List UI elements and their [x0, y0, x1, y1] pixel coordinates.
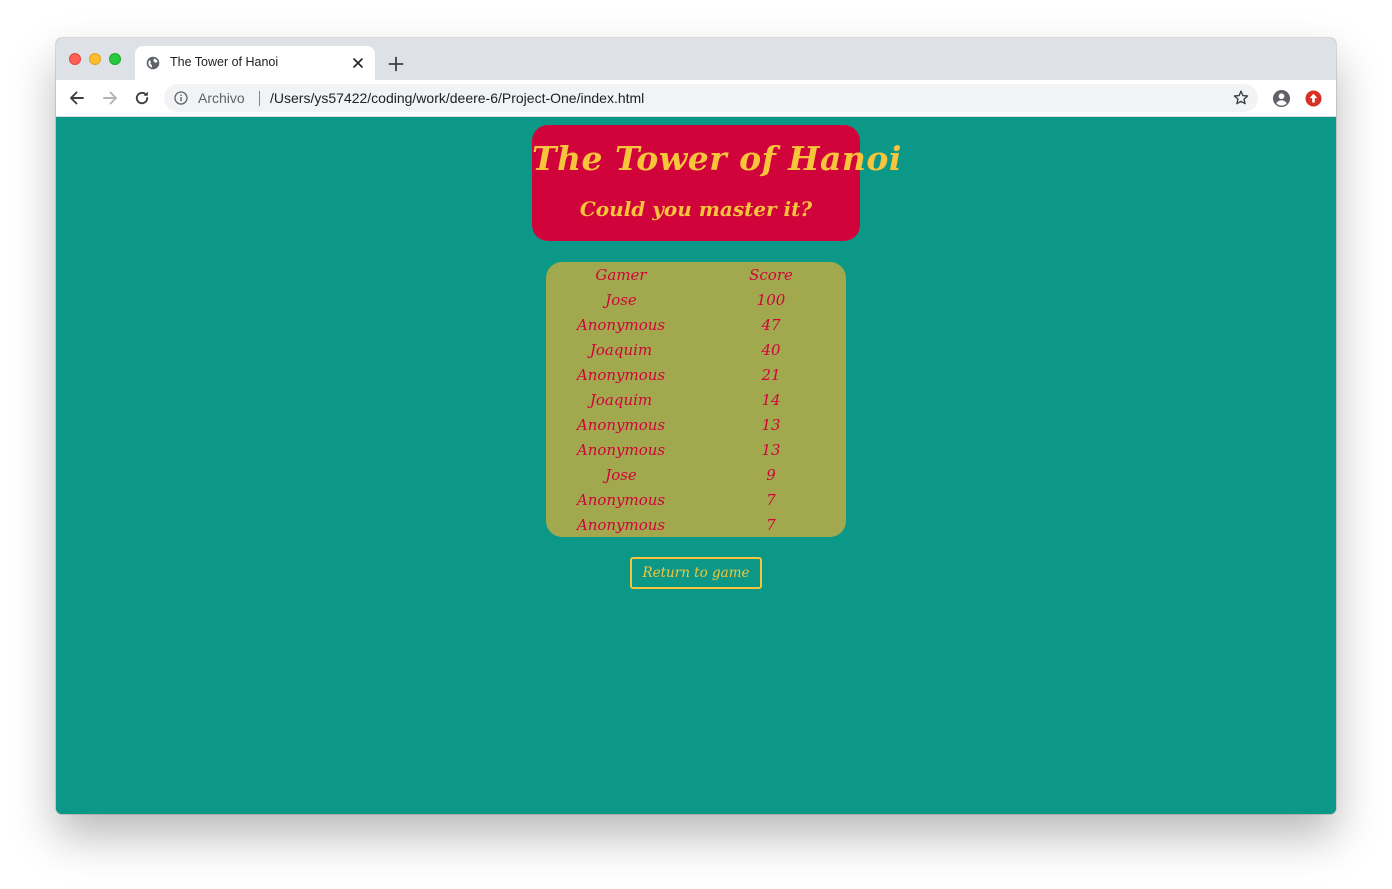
score-cell: 21: [761, 365, 781, 384]
gamer-cell: Jose: [605, 290, 637, 309]
browser-window: The Tower of Hanoi Archivo /Users/ys5742…: [56, 38, 1336, 814]
gamer-cell: Jose: [605, 465, 637, 484]
score-cell: 100: [756, 290, 786, 309]
tab-strip: The Tower of Hanoi: [56, 38, 1336, 80]
page-subtitle: Could you master it?: [579, 197, 813, 221]
table-row: Anonymous 7: [546, 487, 846, 512]
maximize-window-button[interactable]: [109, 53, 121, 65]
table-row: Jose 100: [546, 287, 846, 312]
gamer-cell: Anonymous: [576, 440, 666, 459]
url-text[interactable]: /Users/ys57422/coding/work/deere-6/Proje…: [270, 90, 644, 106]
score-cell: 14: [761, 390, 781, 409]
gamer-cell: Anonymous: [576, 515, 666, 534]
update-icon[interactable]: [1305, 90, 1322, 107]
gamer-cell: Anonymous: [576, 315, 666, 334]
address-bar[interactable]: Archivo /Users/ys57422/coding/work/deere…: [164, 84, 1258, 112]
score-cell: 13: [761, 440, 781, 459]
table-row: Anonymous 47: [546, 312, 846, 337]
gamer-cell: Anonymous: [576, 365, 666, 384]
plus-icon[interactable]: [386, 54, 406, 74]
score-cell: 7: [766, 515, 776, 534]
tab-title: The Tower of Hanoi: [170, 55, 279, 69]
scoreboard: Gamer Score Jose 100 Anonymous 47 Joaqui…: [546, 262, 846, 537]
gamer-cell: Anonymous: [576, 415, 666, 434]
security-label[interactable]: Archivo: [198, 90, 245, 106]
table-row: Joaquim 14: [546, 387, 846, 412]
score-cell: 47: [761, 315, 781, 334]
table-header-row: Gamer Score: [546, 262, 846, 287]
reload-icon[interactable]: [132, 88, 152, 108]
page-viewport: The Tower of Hanoi Could you master it? …: [56, 117, 1336, 814]
scoreboard-table: Gamer Score Jose 100 Anonymous 47 Joaqui…: [546, 262, 846, 537]
return-to-game-button[interactable]: Return to game: [630, 557, 762, 589]
account-circle-icon[interactable]: [1272, 89, 1291, 108]
address-divider: [259, 91, 260, 106]
table-row: Anonymous 21: [546, 362, 846, 387]
tab-active[interactable]: The Tower of Hanoi: [135, 46, 375, 80]
header-card: The Tower of Hanoi Could you master it?: [532, 125, 902, 241]
gamer-cell: Joaquim: [589, 340, 653, 359]
score-cell: 13: [761, 415, 781, 434]
close-window-button[interactable]: [69, 53, 81, 65]
score-cell: 40: [761, 340, 781, 359]
arrow-left-icon[interactable]: [67, 88, 87, 108]
gamer-cell: Joaquim: [589, 390, 653, 409]
arrow-right-icon[interactable]: [100, 88, 120, 108]
table-row: Joaquim 40: [546, 337, 846, 362]
score-cell: 7: [766, 490, 776, 509]
table-row: Anonymous 13: [546, 412, 846, 437]
minimize-window-button[interactable]: [89, 53, 101, 65]
page-title: The Tower of Hanoi: [532, 139, 902, 178]
info-icon[interactable]: [174, 91, 188, 105]
table-row: Anonymous 7: [546, 512, 846, 537]
column-header-score: Score: [749, 265, 793, 284]
star-icon[interactable]: [1232, 89, 1250, 107]
score-cell: 9: [766, 465, 776, 484]
table-row: Jose 9: [546, 462, 846, 487]
globe-icon: [146, 56, 160, 70]
table-row: Anonymous 13: [546, 437, 846, 462]
gamer-cell: Anonymous: [576, 490, 666, 509]
column-header-gamer: Gamer: [595, 265, 647, 284]
browser-toolbar: Archivo /Users/ys57422/coding/work/deere…: [56, 80, 1336, 117]
close-icon[interactable]: [351, 56, 365, 70]
